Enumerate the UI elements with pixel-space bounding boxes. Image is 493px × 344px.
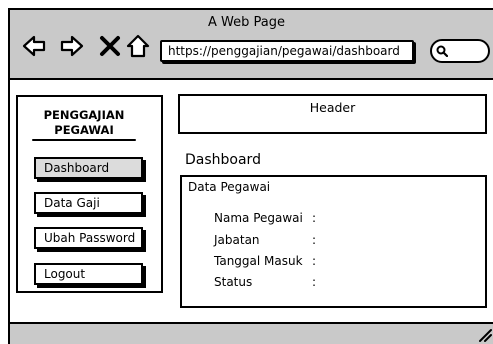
- page-title: Dashboard: [185, 152, 261, 168]
- page-header: Header: [178, 94, 487, 134]
- back-arrow-icon[interactable]: [22, 34, 46, 58]
- sidebar-item-logout[interactable]: Logout: [34, 263, 143, 285]
- card-title: Data Pegawai: [188, 180, 271, 194]
- close-icon[interactable]: [98, 34, 122, 58]
- brand-line-2: PEGAWAI: [54, 123, 114, 137]
- field-separator: :: [312, 211, 317, 225]
- field-label-jabatan: Jabatan: [214, 233, 260, 247]
- field-label-nama-pegawai: Nama Pegawai: [214, 211, 303, 225]
- header-label: Header: [309, 100, 356, 115]
- home-icon[interactable]: [126, 34, 150, 58]
- field-separator: :: [312, 233, 317, 247]
- sidebar-item-ubah-password[interactable]: Ubah Password: [34, 227, 143, 249]
- field-separator: :: [312, 254, 317, 268]
- field-label-tanggal-masuk: Tanggal Masuk: [214, 254, 303, 268]
- search-icon: [436, 45, 448, 57]
- field-label-status: Status: [214, 275, 253, 289]
- forward-arrow-icon[interactable]: [60, 34, 84, 58]
- sidebar-item-dashboard[interactable]: Dashboard: [34, 157, 143, 179]
- sidebar-item-data-gaji[interactable]: Data Gaji: [34, 192, 143, 214]
- app-brand: PENGGAJIAN PEGAWAI: [30, 108, 138, 138]
- address-bar[interactable]: https://penggajian/pegawai/dashboard: [160, 40, 414, 62]
- brand-underline: [32, 139, 136, 141]
- resize-grip-icon[interactable]: [478, 328, 492, 342]
- window-title: A Web Page: [208, 15, 285, 30]
- brand-line-1: PENGGAJIAN: [43, 108, 125, 122]
- status-bar: [10, 322, 493, 344]
- field-separator: :: [312, 275, 317, 289]
